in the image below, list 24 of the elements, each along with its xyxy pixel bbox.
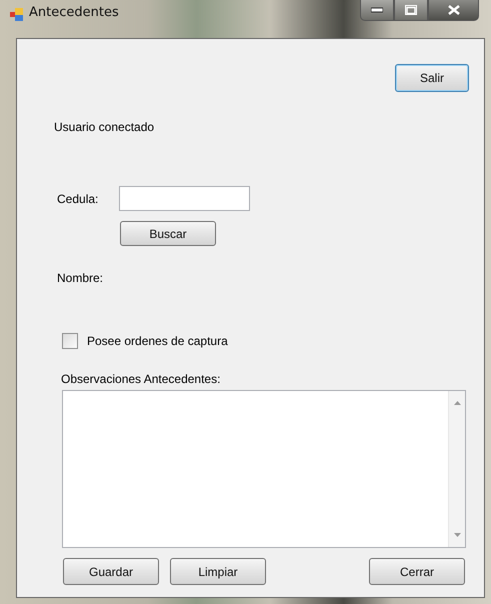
- scroll-up-icon[interactable]: [454, 401, 460, 405]
- cedula-field[interactable]: [119, 186, 250, 211]
- close-icon: [448, 5, 460, 15]
- scrollbar[interactable]: [448, 391, 465, 547]
- observations-field[interactable]: [62, 390, 466, 548]
- minimize-button[interactable]: [360, 0, 394, 21]
- clear-button[interactable]: Limpiar: [170, 558, 266, 585]
- close-button[interactable]: [428, 0, 479, 21]
- user-label: Usuario conectado: [54, 119, 154, 135]
- checkbox[interactable]: [62, 333, 78, 349]
- search-button[interactable]: Buscar: [120, 221, 216, 246]
- observations-label: Observaciones Antecedentes:: [61, 371, 220, 387]
- maximize-button[interactable]: [394, 0, 428, 21]
- maximize-icon: [405, 5, 417, 15]
- save-button[interactable]: Guardar: [63, 558, 159, 585]
- minimize-icon: [371, 7, 383, 13]
- checkbox-label[interactable]: Posee ordenes de captura: [87, 333, 228, 349]
- close-form-button[interactable]: Cerrar: [369, 558, 465, 585]
- name-label: Nombre:: [57, 270, 104, 286]
- exit-button[interactable]: Salir: [395, 64, 469, 92]
- scroll-down-icon[interactable]: [454, 533, 460, 537]
- cedula-label: Cedula:: [57, 190, 100, 206]
- window-title: Antecedentes: [29, 5, 119, 20]
- app-icon: [10, 8, 23, 21]
